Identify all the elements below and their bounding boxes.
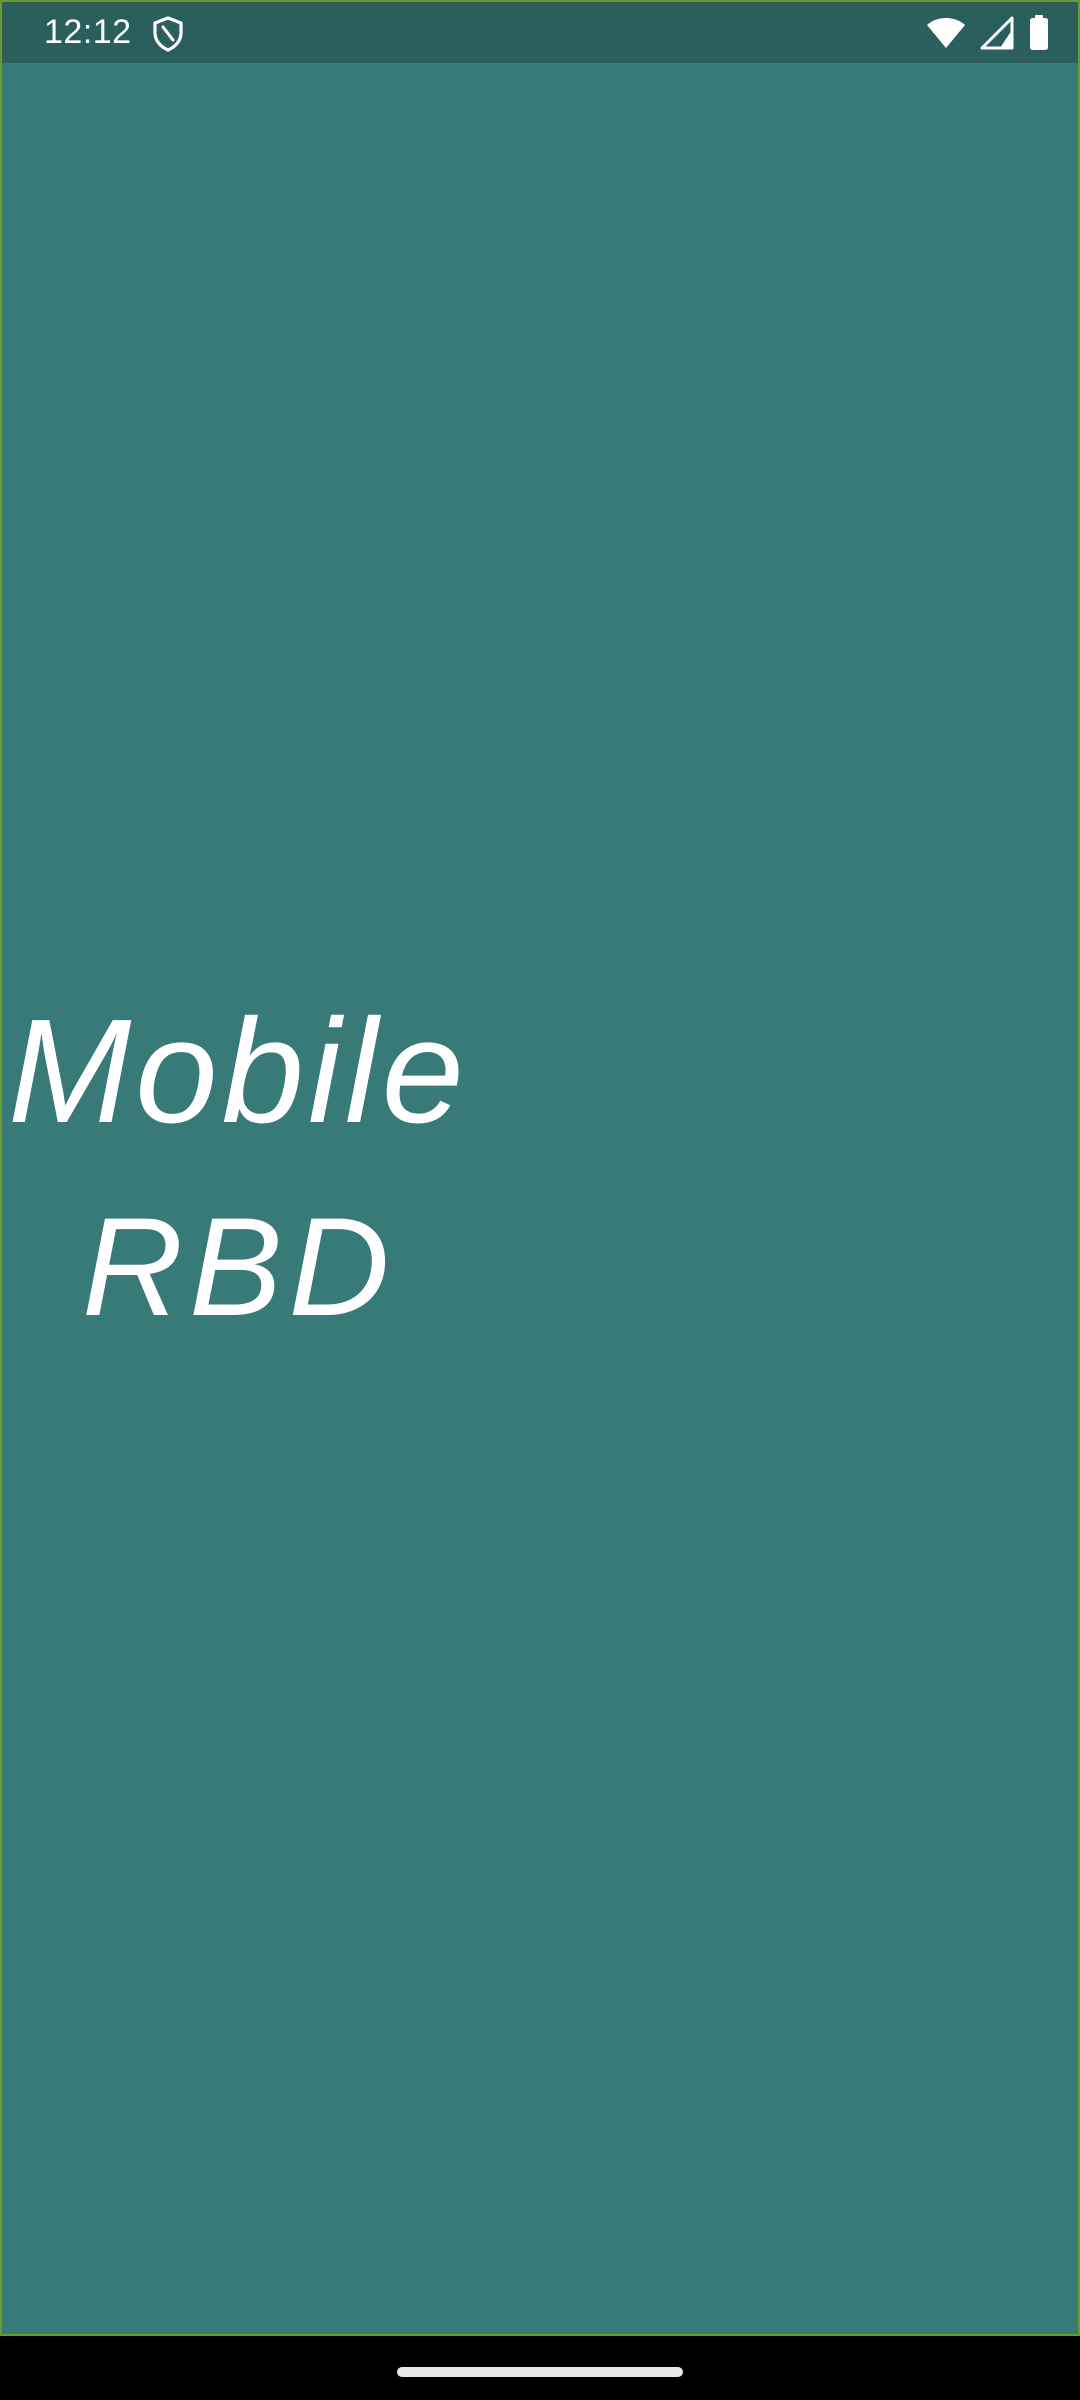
home-gesture-handle[interactable] — [397, 2367, 683, 2377]
status-time: 12:12 — [44, 13, 132, 51]
splash-screen: Mobile RBD — [0, 0, 1080, 2336]
status-icons — [926, 14, 1050, 52]
signal-icon — [980, 16, 1014, 50]
status-bar: 12:12 — [2, 2, 1078, 63]
shield-icon — [153, 16, 183, 52]
battery-icon — [1030, 15, 1048, 50]
wifi-icon — [927, 18, 965, 48]
navigation-bar — [0, 2336, 1080, 2400]
app-title-line-2: RBD — [82, 1188, 396, 1345]
app-title-line-1: Mobile — [8, 989, 468, 1154]
screen: Mobile RBD 12:12 — [0, 0, 1080, 2400]
